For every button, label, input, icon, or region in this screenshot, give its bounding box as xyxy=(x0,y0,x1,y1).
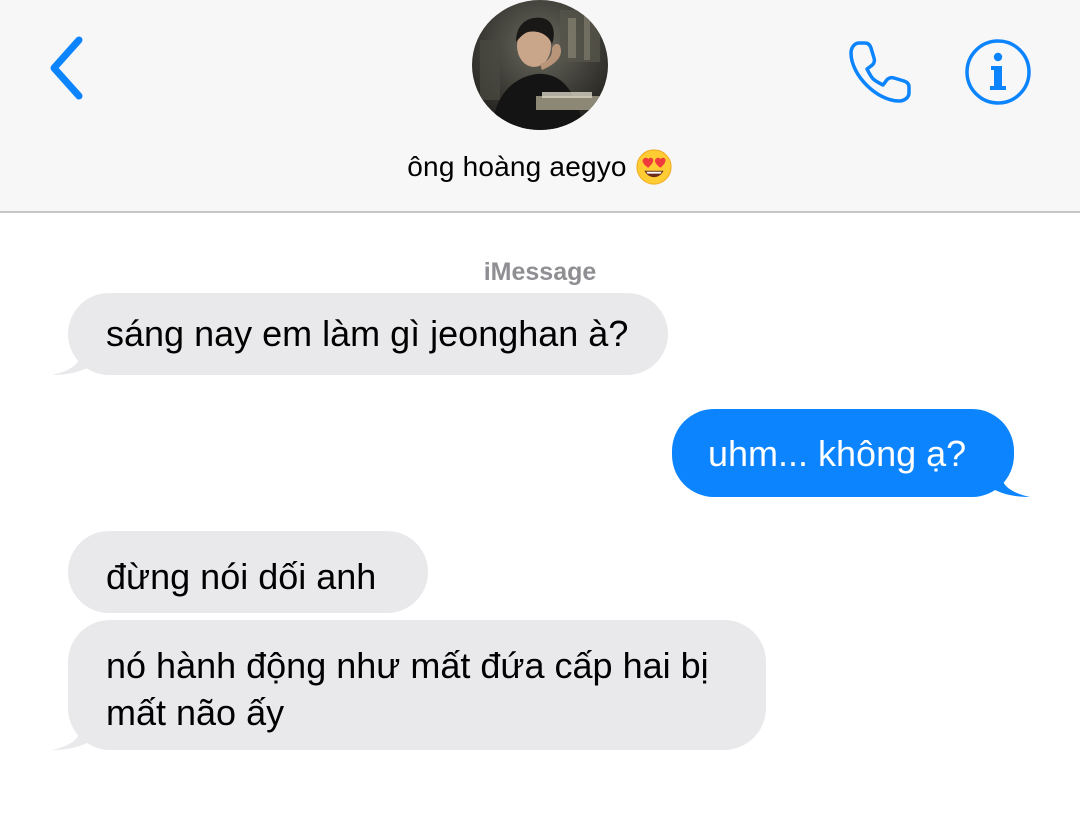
messages-screen: ông hoàng aegyo iMessage sáng nay em làm… xyxy=(0,0,1080,830)
back-button[interactable] xyxy=(36,30,96,106)
avatar[interactable] xyxy=(472,0,608,130)
chevron-left-icon xyxy=(50,36,83,100)
info-button[interactable] xyxy=(960,36,1036,108)
info-icon xyxy=(965,39,1031,105)
contact-name: ông hoàng aegyo xyxy=(407,151,627,182)
message-text: sáng nay em làm gì jeonghan à? xyxy=(106,313,629,354)
contact-name-row[interactable]: ông hoàng aegyo xyxy=(0,146,1080,188)
message-bubble-incoming[interactable]: sáng nay em làm gì jeonghan à? xyxy=(68,293,668,375)
message-text: nó hành động như mất đứa cấp hai bị mất … xyxy=(106,645,709,733)
message-bubble-incoming[interactable]: nó hành động như mất đứa cấp hai bị mất … xyxy=(68,620,766,750)
call-button[interactable] xyxy=(838,32,922,112)
message-text: uhm... không ạ? xyxy=(708,433,967,474)
conversation-header: ông hoàng aegyo xyxy=(0,0,1080,213)
message-bubble-outgoing[interactable]: uhm... không ạ? xyxy=(672,409,1014,497)
heart-eyes-emoji-icon xyxy=(636,149,672,185)
service-label: iMessage xyxy=(483,258,597,286)
message-bubble-incoming[interactable]: đừng nói dối anh xyxy=(68,531,428,613)
message-text: đừng nói dối anh xyxy=(106,556,377,597)
phone-icon xyxy=(849,41,911,103)
